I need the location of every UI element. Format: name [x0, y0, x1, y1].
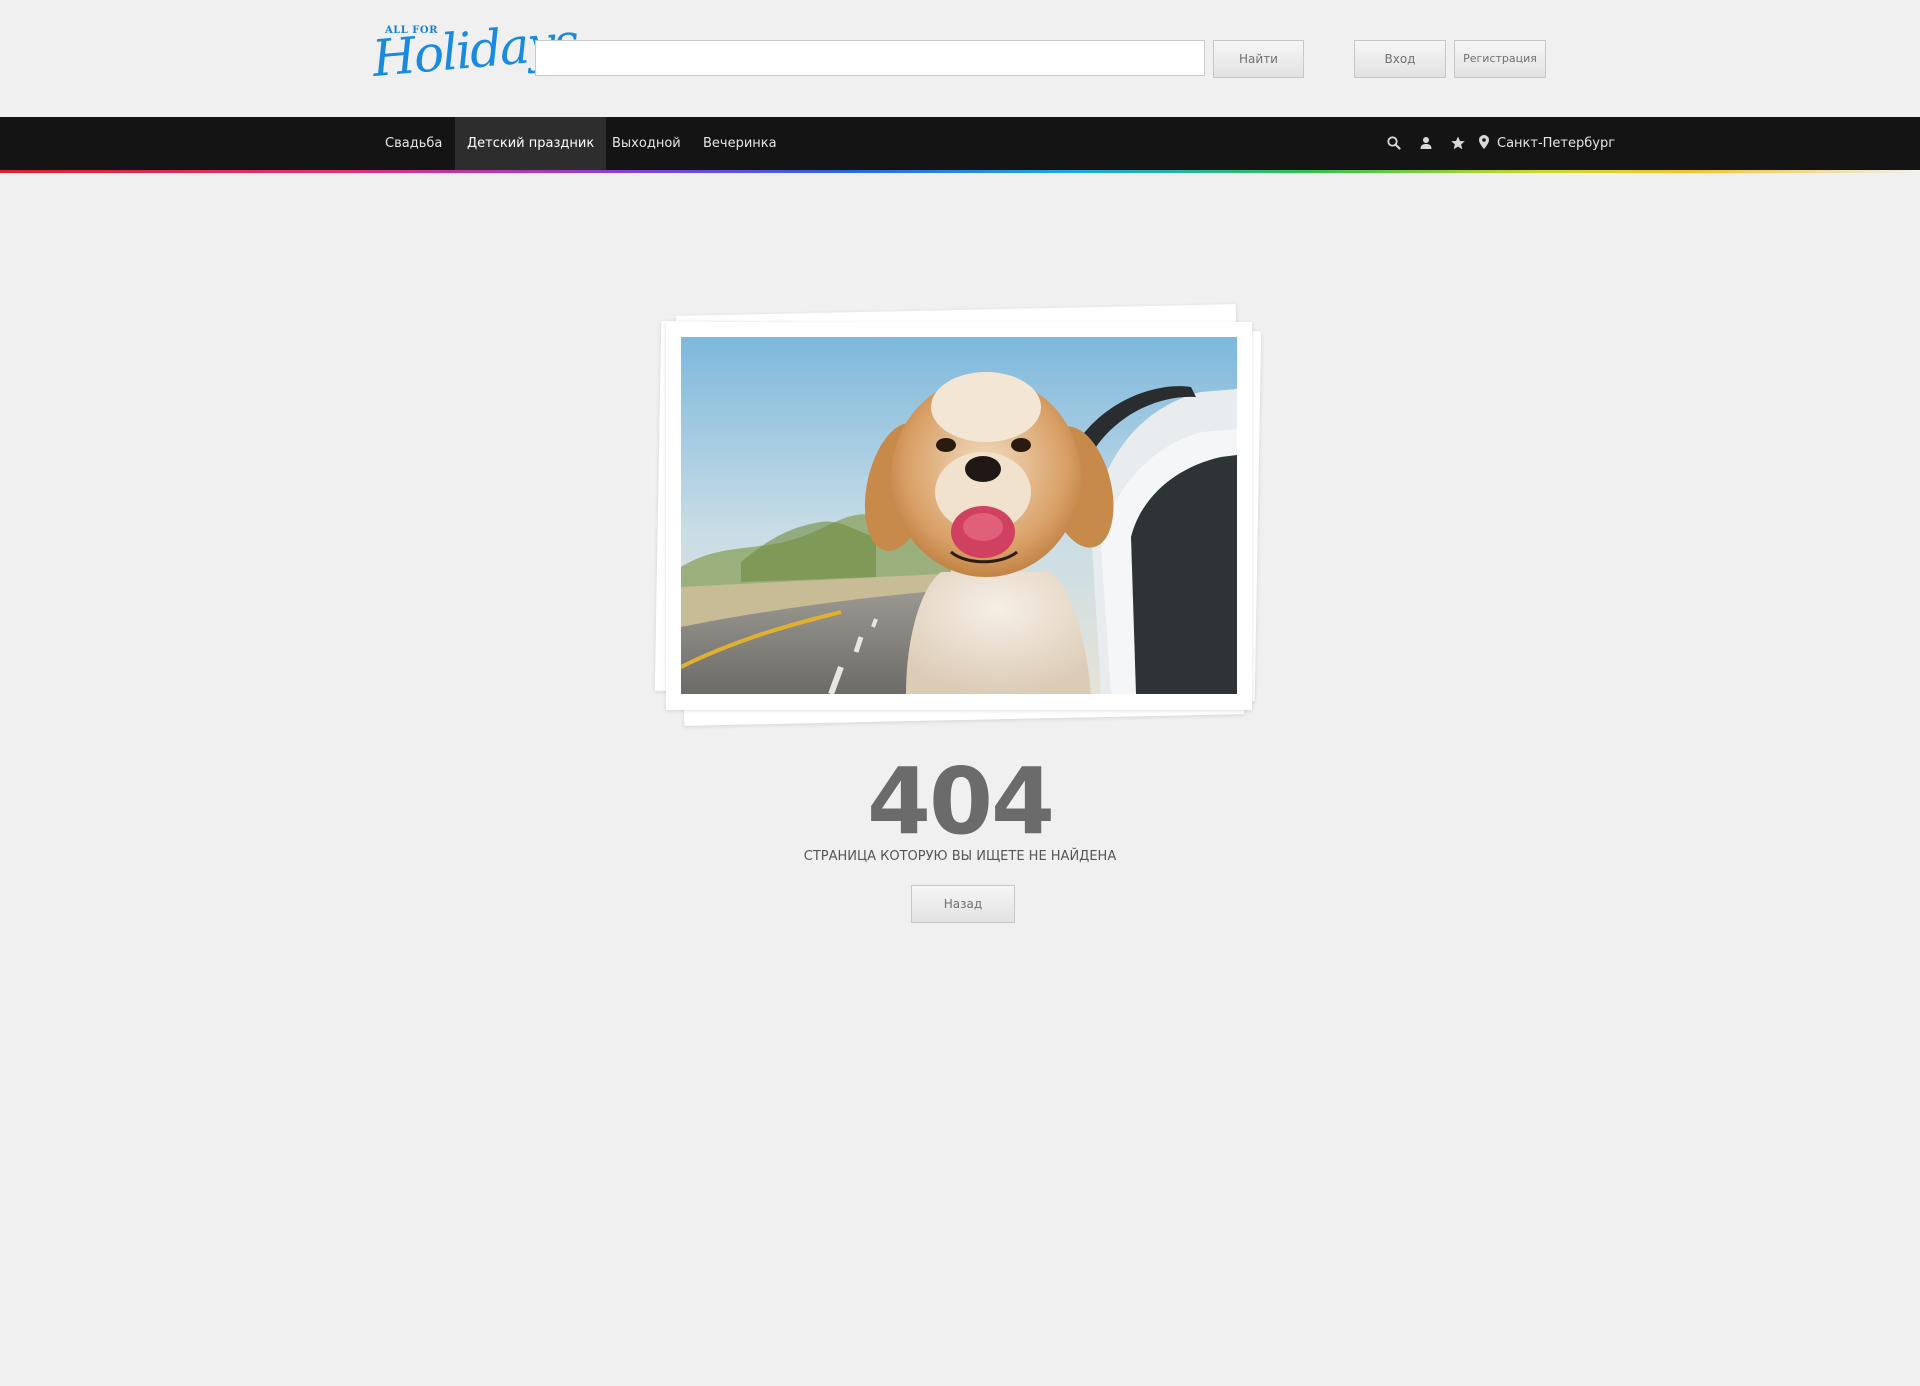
error-code: 404	[866, 748, 1055, 855]
nav-item-wedding[interactable]: Свадьба	[375, 117, 452, 170]
search-icon[interactable]	[1386, 135, 1402, 151]
city-selector[interactable]: Санкт-Петербург	[1479, 117, 1615, 170]
location-pin-icon	[1479, 135, 1489, 149]
top-header: ALL FOR Holidays Найти Вход Регистрация	[0, 0, 1920, 117]
rainbow-divider	[0, 170, 1920, 173]
photo-frame	[666, 322, 1252, 710]
user-icon[interactable]	[1418, 135, 1434, 151]
city-name: Санкт-Петербург	[1497, 136, 1616, 151]
photo-stack	[650, 298, 1270, 738]
search-input[interactable]	[535, 40, 1205, 76]
register-button[interactable]: Регистрация	[1454, 40, 1546, 78]
error-message: СТРАНИЦА КОТОРУЮ ВЫ ИЩЕТЕ НЕ НАЙДЕНА	[803, 849, 1117, 864]
star-icon[interactable]	[1450, 135, 1466, 151]
dog-photo	[681, 337, 1237, 694]
back-button[interactable]: Назад	[911, 885, 1015, 923]
login-button[interactable]: Вход	[1354, 40, 1446, 78]
nav-item-weekend[interactable]: Выходной	[604, 117, 689, 170]
nav-item-party[interactable]: Вечеринка	[695, 117, 785, 170]
find-button[interactable]: Найти	[1213, 40, 1304, 78]
site-logo[interactable]: ALL FOR Holidays	[370, 12, 580, 102]
main-nav: Свадьба Детский праздник Выходной Вечери…	[0, 117, 1920, 170]
nav-item-kids-party[interactable]: Детский праздник	[455, 117, 607, 170]
